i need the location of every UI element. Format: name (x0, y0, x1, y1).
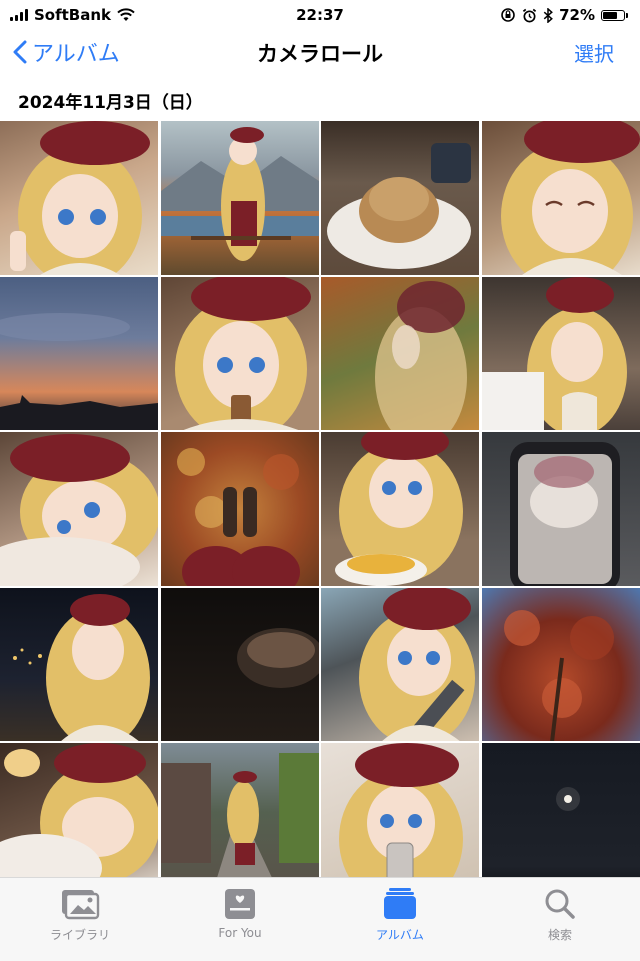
tab-albums-label: アルバム (376, 928, 424, 942)
photo-thumbnail[interactable] (160, 587, 319, 741)
photos-library-icon (62, 890, 100, 920)
orientation-lock-icon (501, 8, 515, 22)
photo-grid (0, 121, 640, 877)
photo-image (481, 276, 627, 430)
photo-thumbnail[interactable] (481, 587, 640, 741)
photo-thumbnail[interactable] (0, 121, 158, 275)
photo-image (176, 448, 300, 586)
search-icon (545, 889, 575, 919)
navigation-bar: アルバム カメラロール 選択 (0, 30, 640, 78)
cellular-signal-icon (10, 9, 28, 21)
section-date: 2024年11月3日（日） (18, 93, 203, 113)
photo-thumbnail[interactable] (0, 432, 158, 586)
photo-image (359, 587, 476, 741)
battery-icon (601, 9, 628, 21)
wifi-icon (117, 8, 135, 21)
tab-for-you[interactable]: For You (160, 878, 320, 961)
photo-thumbnail[interactable] (481, 432, 640, 586)
alarm-icon (522, 8, 537, 22)
photo-thumbnail[interactable] (321, 432, 480, 586)
photo-image (335, 432, 464, 586)
for-you-icon (225, 889, 255, 919)
photo-image (375, 280, 468, 430)
photo-thumbnail[interactable] (321, 587, 480, 741)
photo-image (339, 743, 464, 877)
bluetooth-icon (543, 7, 553, 23)
page-title: カメラロール (257, 42, 383, 66)
photo-image (13, 593, 150, 741)
photo-thumbnail[interactable] (321, 276, 480, 430)
albums-icon (384, 888, 416, 919)
photo-image (0, 743, 158, 877)
photo-thumbnail[interactable] (481, 121, 640, 275)
photo-image (236, 627, 319, 688)
photo-thumbnail[interactable] (160, 121, 319, 275)
photo-image (0, 312, 158, 430)
photo-thumbnail[interactable] (0, 743, 158, 877)
battery-percent: 72% (559, 6, 595, 24)
tab-library-label: ライブラリ (49, 928, 110, 942)
photo-image (160, 753, 319, 877)
tab-albums[interactable]: アルバム (320, 878, 480, 961)
photo-image (10, 121, 150, 275)
photo-thumbnail[interactable] (0, 587, 158, 741)
photo-image (0, 434, 158, 586)
photo-image (503, 609, 614, 741)
photo-image (174, 276, 311, 430)
photo-image (500, 121, 640, 275)
tab-bar: ライブラリ For You アルバム 検索 (0, 877, 640, 961)
tab-library[interactable]: ライブラリ (0, 878, 160, 961)
tab-search[interactable]: 検索 (480, 878, 640, 961)
photo-image (327, 143, 472, 269)
photo-thumbnail[interactable] (0, 276, 158, 430)
select-button[interactable]: 選択 (574, 38, 614, 67)
photo-thumbnail[interactable] (481, 276, 640, 430)
tab-for-you-label: For You (218, 926, 262, 940)
status-bar: SoftBank 22:37 72% (0, 0, 640, 30)
photo-thumbnail[interactable] (321, 121, 480, 275)
photo-thumbnail[interactable] (481, 743, 640, 877)
photo-thumbnail[interactable] (321, 743, 480, 877)
carrier-label: SoftBank (34, 6, 112, 24)
tab-search-label: 検索 (547, 928, 572, 942)
photo-image (160, 127, 319, 261)
photo-image (509, 442, 620, 586)
photo-thumbnail[interactable] (160, 276, 319, 430)
photo-image (555, 787, 580, 811)
photo-thumbnail[interactable] (160, 743, 319, 877)
photo-thumbnail[interactable] (160, 432, 319, 586)
